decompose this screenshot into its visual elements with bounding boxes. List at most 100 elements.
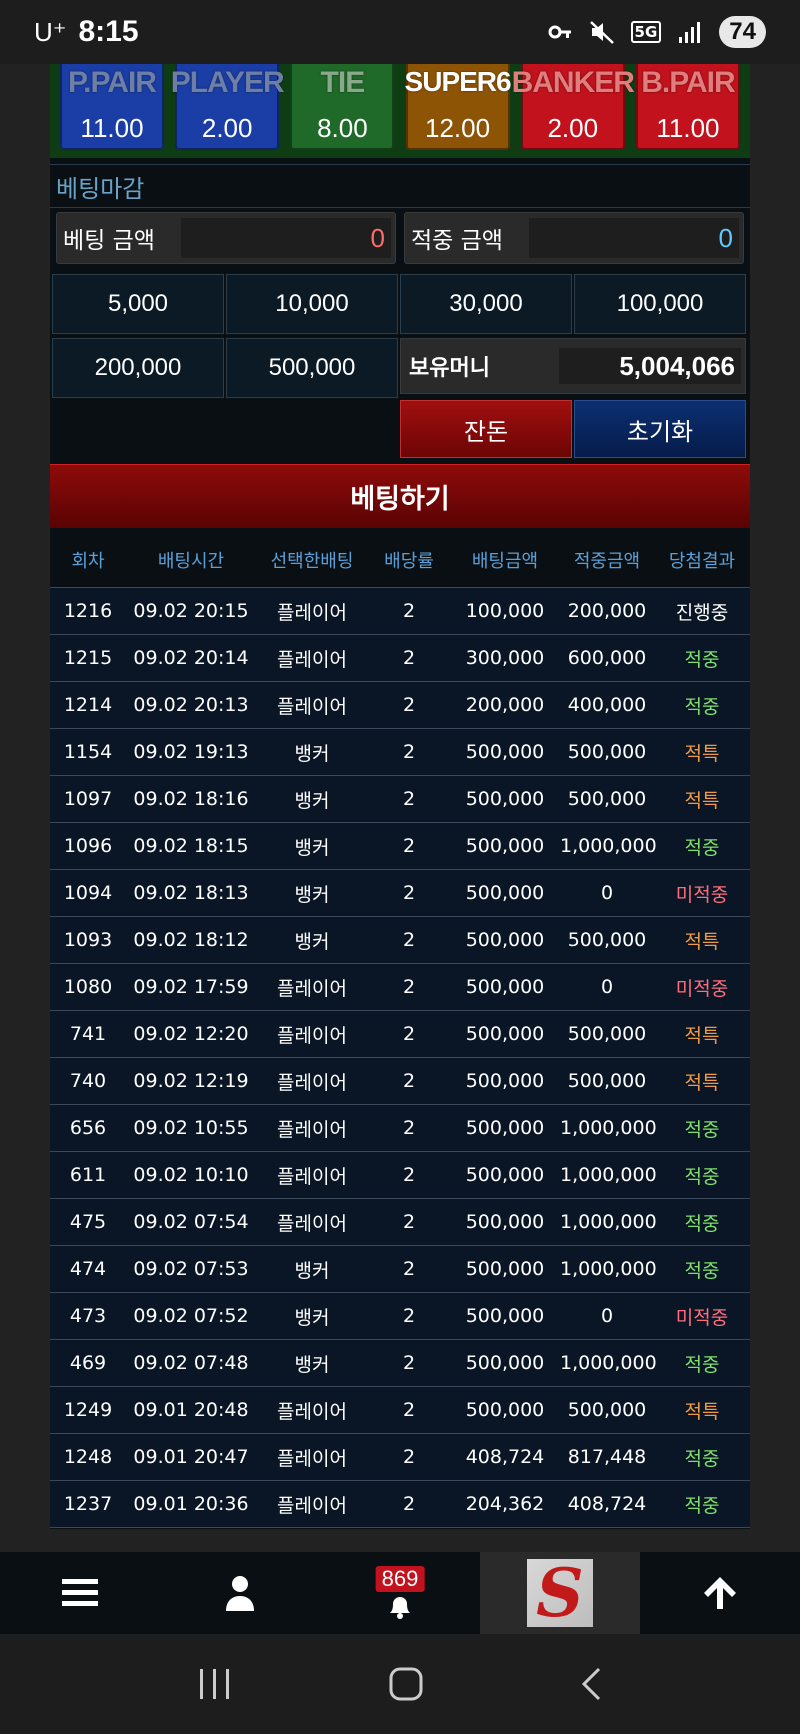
table-row: 475 09.02 07:54 플레이어 2 500,000 1,000,000 적중 <box>50 1199 750 1246</box>
result-cell: 미적중 <box>675 977 729 1000</box>
chip-button-500000[interactable]: 500,000 <box>226 338 398 398</box>
status-bar: U⁺ 8:15 5G 74 <box>0 0 800 64</box>
result-cell: 적중 <box>684 1447 720 1470</box>
home-icon[interactable] <box>388 1666 424 1702</box>
bet-amount-cell: 500,000 <box>465 1211 545 1233</box>
round-cell: 611 <box>69 1164 107 1186</box>
balance-field: 보유머니 5,004,066 <box>400 338 746 394</box>
win-amount-value: 0 <box>529 218 739 258</box>
time-cell: 09.01 20:48 <box>133 1399 249 1421</box>
chip-button-5000[interactable]: 5,000 <box>52 274 224 334</box>
time-cell: 09.01 20:36 <box>133 1493 249 1515</box>
odds-cell: 2 <box>402 1023 416 1045</box>
time-cell: 09.02 12:20 <box>133 1023 249 1045</box>
table-row: 1216 09.02 20:15 플레이어 2 100,000 200,000 진행중 <box>50 588 750 635</box>
odds-cell: 2 <box>402 1305 416 1327</box>
win-amount-cell: 500,000 <box>567 1023 647 1045</box>
time-cell: 09.02 18:12 <box>133 929 249 951</box>
odds-cell: 2 <box>402 1070 416 1092</box>
reset-button[interactable]: 초기화 <box>574 400 746 458</box>
win-amount-cell: 500,000 <box>567 788 647 810</box>
table-row: 1096 09.02 18:15 뱅커 2 500,000 1,000,000 적중 <box>50 823 750 870</box>
betting-panel: P.PAIR 11.00 PLAYER 2.00 TIE 8.00 SUPER6… <box>50 64 750 1529</box>
bet-type-name: TIE <box>320 66 366 99</box>
pick-cell: 플레이어 <box>277 1447 347 1470</box>
table-row: 1237 09.01 20:36 플레이어 2 204,362 408,724 적중 <box>50 1481 750 1528</box>
win-amount-cell: 817,448 <box>567 1446 647 1468</box>
column-header: 적중금액 <box>573 550 641 572</box>
chip-button-10000[interactable]: 10,000 <box>226 274 398 334</box>
scroll-top-button[interactable] <box>640 1552 800 1634</box>
table-row: 741 09.02 12:20 플레이어 2 500,000 500,000 적특 <box>50 1011 750 1058</box>
round-cell: 473 <box>69 1305 107 1327</box>
win-amount-cell: 1,000,000 <box>560 1164 657 1186</box>
pick-cell: 플레이어 <box>277 1118 347 1141</box>
chip-button-100000[interactable]: 100,000 <box>574 274 746 334</box>
column-header: 회차 <box>71 550 105 572</box>
bet-type-banker-pair[interactable]: B.PAIR 11.00 <box>635 64 740 150</box>
odds-cell: 2 <box>402 1446 416 1468</box>
back-icon[interactable] <box>579 1666 603 1702</box>
round-cell: 1080 <box>63 976 113 998</box>
bet-amount-label: 베팅 금액 <box>63 228 155 254</box>
round-cell: 1237 <box>63 1493 113 1515</box>
odds-cell: 2 <box>402 694 416 716</box>
table-row: 1249 09.01 20:48 플레이어 2 500,000 500,000 적특 <box>50 1387 750 1434</box>
menu-icon <box>62 1579 98 1606</box>
bell-icon <box>390 1597 410 1619</box>
column-header: 선택한배팅 <box>270 550 354 572</box>
logo-button[interactable]: S <box>480 1552 640 1634</box>
pick-cell: 뱅커 <box>294 1353 330 1376</box>
recent-apps-icon[interactable] <box>197 1667 233 1701</box>
round-cell: 1248 <box>63 1446 113 1468</box>
result-cell: 적특 <box>684 1400 720 1423</box>
time-cell: 09.02 20:13 <box>133 694 249 716</box>
balance-label: 보유머니 <box>409 356 490 381</box>
table-header: 회차 배팅시간 선택한배팅 배당률 배팅금액 적중금액 당첨결과 <box>50 532 750 588</box>
round-cell: 656 <box>69 1117 107 1139</box>
win-amount-cell: 1,000,000 <box>560 835 657 857</box>
round-cell: 741 <box>69 1023 107 1045</box>
odds-cell: 2 <box>402 1211 416 1233</box>
battery-indicator: 74 <box>719 16 766 48</box>
win-amount-field: 적중 금액 0 <box>404 212 744 264</box>
win-amount-cell: 500,000 <box>567 1399 647 1421</box>
time-cell: 09.02 18:16 <box>133 788 249 810</box>
time-cell: 09.02 17:59 <box>133 976 249 998</box>
table-row: 1215 09.02 20:14 플레이어 2 300,000 600,000 적중 <box>50 635 750 682</box>
round-cell: 475 <box>69 1211 107 1233</box>
bet-type-tie[interactable]: TIE 8.00 <box>290 64 395 150</box>
odds-cell: 2 <box>402 976 416 998</box>
bet-type-player-pair[interactable]: P.PAIR 11.00 <box>60 64 164 150</box>
bet-type-super6[interactable]: SUPER6 12.00 <box>405 64 512 150</box>
round-cell: 1094 <box>63 882 113 904</box>
place-bet-button[interactable]: 베팅하기 <box>50 464 750 528</box>
bet-type-odds: 11.00 <box>80 113 144 143</box>
user-button[interactable] <box>160 1552 320 1634</box>
result-cell: 적중 <box>684 1165 720 1188</box>
win-amount-cell: 500,000 <box>567 1070 647 1092</box>
pick-cell: 뱅커 <box>294 742 330 765</box>
bet-amount-cell: 408,724 <box>465 1446 545 1468</box>
bet-amount-cell: 500,000 <box>465 1070 545 1092</box>
result-cell: 적특 <box>684 1071 720 1094</box>
time-cell: 09.02 18:15 <box>133 835 249 857</box>
odds-cell: 2 <box>402 835 416 857</box>
menu-button[interactable] <box>0 1552 160 1634</box>
odds-cell: 2 <box>402 1352 416 1374</box>
bet-type-player[interactable]: PLAYER 2.00 <box>171 64 285 150</box>
result-cell: 적중 <box>684 1259 720 1282</box>
bet-amount-cell: 200,000 <box>465 694 545 716</box>
notification-button[interactable]: 869 <box>320 1552 480 1634</box>
win-amount-cell: 0 <box>600 882 614 904</box>
table-row: 1154 09.02 19:13 뱅커 2 500,000 500,000 적특 <box>50 729 750 776</box>
result-cell: 미적중 <box>675 1306 729 1329</box>
result-cell: 적특 <box>684 930 720 953</box>
change-button[interactable]: 잔돈 <box>400 400 572 458</box>
pick-cell: 뱅커 <box>294 1259 330 1282</box>
bet-type-banker[interactable]: BANKER 2.00 <box>512 64 635 150</box>
chip-button-30000[interactable]: 30,000 <box>400 274 572 334</box>
table-row: 1214 09.02 20:13 플레이어 2 200,000 400,000 적중 <box>50 682 750 729</box>
chip-button-200000[interactable]: 200,000 <box>52 338 224 398</box>
betting-history-table: 회차 배팅시간 선택한배팅 배당률 배팅금액 적중금액 당첨결과 1216 09.… <box>50 532 750 1528</box>
